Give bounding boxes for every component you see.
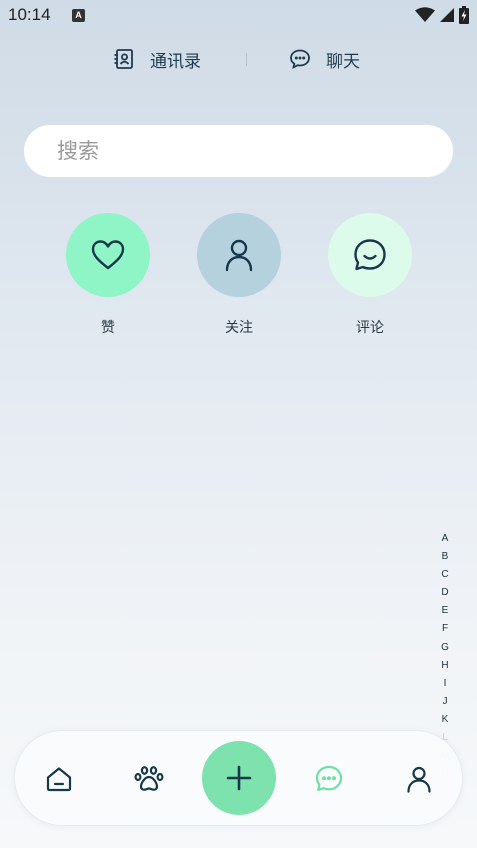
bottom-nav bbox=[14, 730, 463, 826]
notification-a-icon: A bbox=[72, 9, 85, 22]
alpha-letter[interactable]: H bbox=[441, 657, 448, 675]
tab-chat[interactable]: 聊天 bbox=[288, 42, 360, 76]
tab-chat-label: 聊天 bbox=[326, 51, 360, 72]
alpha-letter[interactable]: K bbox=[442, 711, 449, 729]
alpha-letter[interactable]: B bbox=[442, 548, 449, 566]
quick-action-like[interactable]: 赞 bbox=[66, 213, 150, 337]
add-icon bbox=[226, 765, 252, 791]
user-icon bbox=[225, 239, 253, 272]
home-icon bbox=[46, 767, 72, 792]
chat-bubble-icon bbox=[290, 49, 310, 69]
top-tabs: 通讯录 聊天 bbox=[0, 42, 477, 76]
wifi-icon bbox=[415, 7, 435, 22]
add-button[interactable] bbox=[202, 741, 276, 815]
alpha-letter[interactable]: E bbox=[442, 602, 449, 620]
alpha-letter[interactable]: D bbox=[441, 584, 448, 602]
nav-pets[interactable] bbox=[131, 761, 167, 797]
paw-icon bbox=[134, 766, 164, 791]
comment-circle[interactable] bbox=[328, 213, 412, 297]
search-box[interactable] bbox=[24, 125, 453, 177]
signal-icon bbox=[440, 8, 454, 22]
alpha-letter[interactable]: A bbox=[442, 530, 449, 548]
contacts-book-icon bbox=[114, 49, 133, 69]
alpha-letter[interactable]: I bbox=[444, 675, 447, 693]
status-icons bbox=[415, 6, 469, 24]
search-input[interactable] bbox=[57, 139, 397, 163]
status-time: 10:14 bbox=[8, 5, 51, 24]
chat-icon bbox=[315, 765, 343, 792]
like-circle[interactable] bbox=[66, 213, 150, 297]
alpha-letter[interactable]: G bbox=[441, 639, 449, 657]
quick-action-follow[interactable]: 关注 bbox=[197, 213, 281, 337]
alpha-letter[interactable]: F bbox=[442, 620, 448, 638]
nav-profile[interactable] bbox=[401, 761, 437, 797]
quick-action-comment-label: 评论 bbox=[356, 320, 384, 336]
tab-divider bbox=[246, 53, 247, 66]
quick-action-like-label: 赞 bbox=[101, 320, 115, 336]
follow-circle[interactable] bbox=[197, 213, 281, 297]
quick-action-comment[interactable]: 评论 bbox=[328, 213, 412, 337]
status-bar: 10:14 A bbox=[0, 0, 477, 32]
heart-icon bbox=[91, 240, 125, 270]
nav-home[interactable] bbox=[41, 761, 77, 797]
tab-contacts[interactable]: 通讯录 bbox=[112, 42, 201, 76]
alpha-letter[interactable]: C bbox=[441, 566, 448, 584]
battery-charging-icon bbox=[459, 6, 469, 24]
alpha-letter[interactable]: J bbox=[443, 693, 448, 711]
comment-icon bbox=[354, 239, 386, 271]
nav-messages[interactable] bbox=[311, 761, 347, 797]
quick-action-follow-label: 关注 bbox=[225, 320, 253, 336]
profile-icon bbox=[407, 766, 431, 793]
tab-contacts-label: 通讯录 bbox=[150, 51, 201, 72]
